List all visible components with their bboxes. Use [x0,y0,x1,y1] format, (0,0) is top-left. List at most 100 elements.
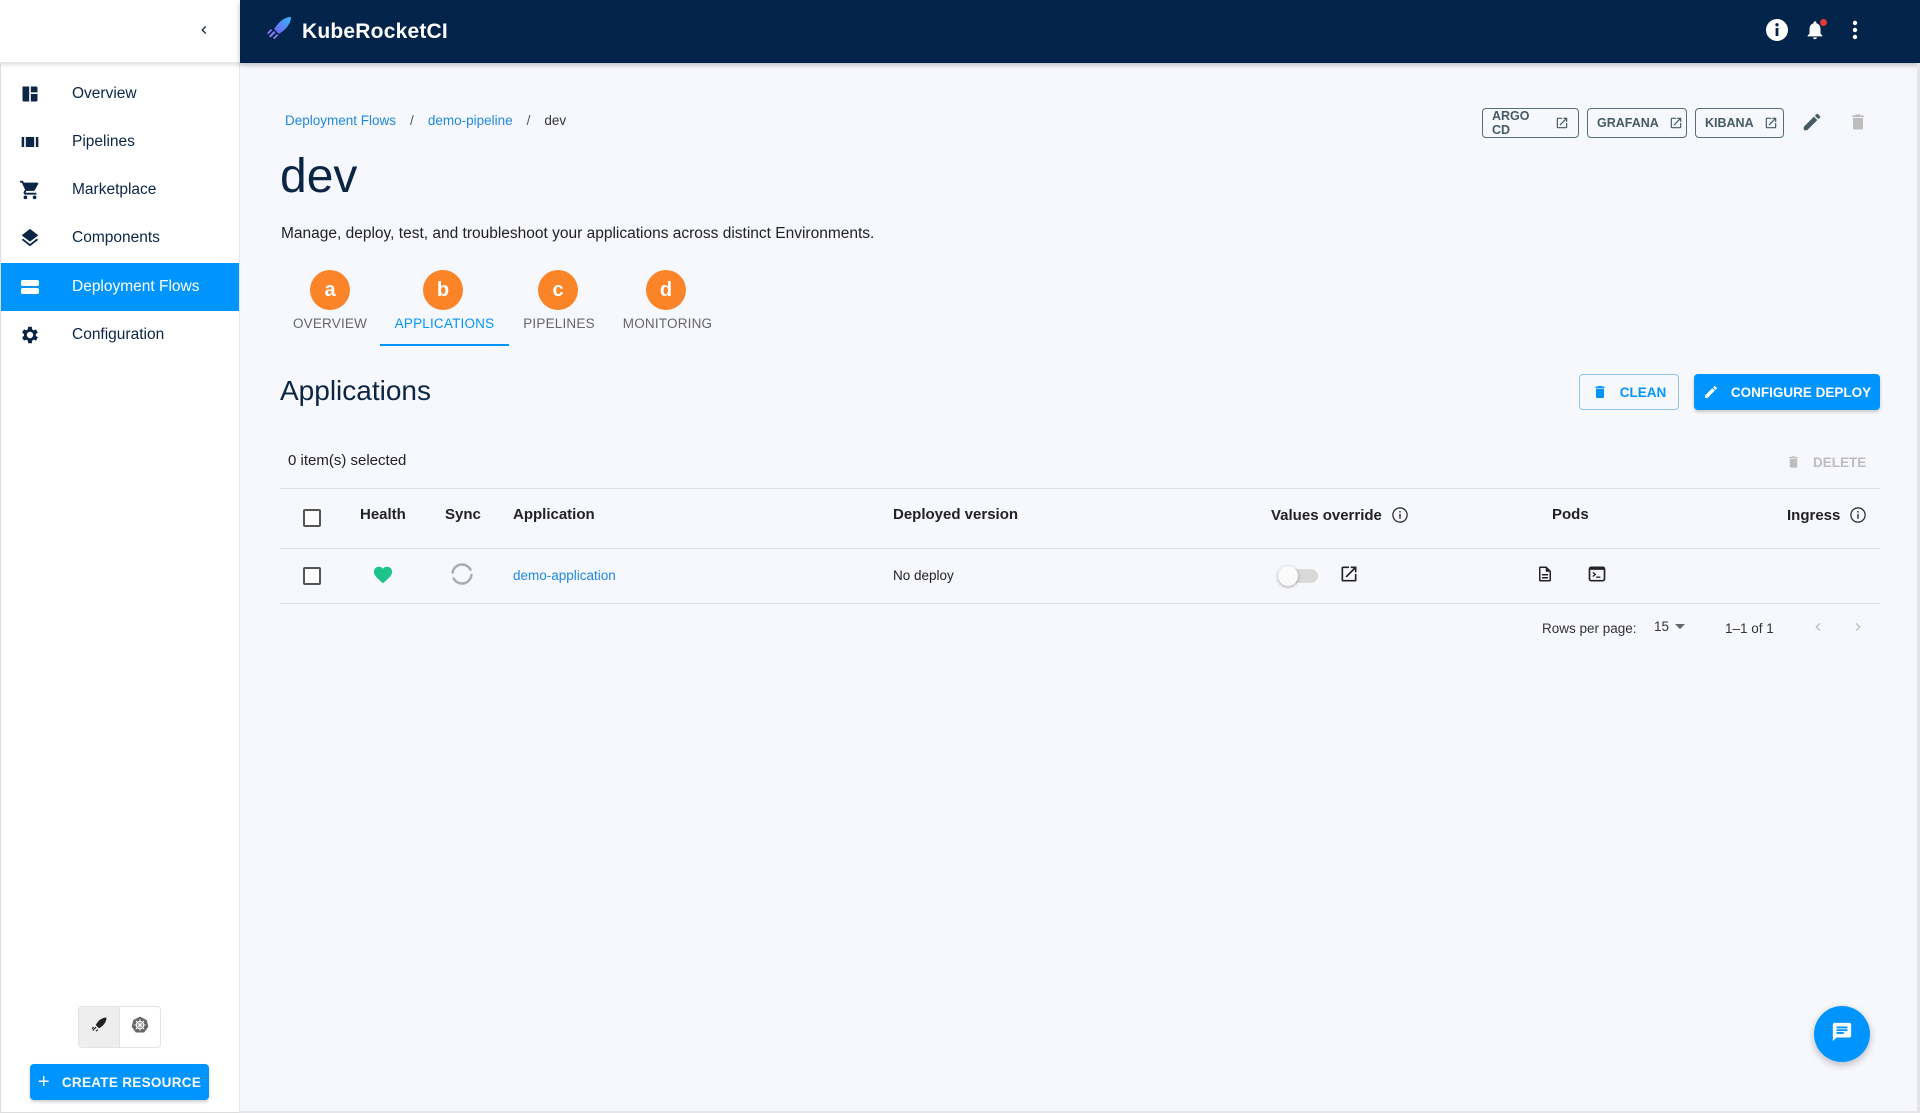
tab-label: PIPELINES [523,316,595,331]
kibana-link-button[interactable]: KIBANA [1695,108,1784,138]
column-label: Sync [445,506,481,523]
top-app-bar: KubeRocketCI [240,0,1920,63]
gear-icon [18,323,42,347]
sidebar-header [0,0,240,63]
sidebar-item-pipelines[interactable]: Pipelines [1,118,239,166]
breadcrumb: Deployment Flows / demo-pipeline / dev [285,113,566,128]
create-resource-button[interactable]: + CREATE RESOURCE [30,1064,209,1100]
sidebar-item-label: Marketplace [72,181,157,198]
column-label: Health [360,506,406,523]
brand-name: KubeRocketCI [302,19,448,43]
sidebar-item-label: Components [72,229,160,246]
pod-logs-button[interactable] [1533,564,1557,588]
column-header-ingress[interactable]: Ingress [1787,506,1867,524]
clean-label: CLEAN [1619,384,1667,400]
mode-toggle-kubernetes[interactable] [120,1007,161,1047]
table-bottom-divider [280,603,1880,604]
dashboard-icon [18,82,42,106]
rocket-icon [89,1015,109,1040]
breadcrumb-current: dev [544,113,567,128]
row-checkbox[interactable] [303,567,321,585]
deployed-version: No deploy [893,568,954,583]
delete-environment-button[interactable] [1842,108,1874,140]
kubernetes-icon [130,1015,150,1040]
page-title: dev [280,150,358,203]
annotation-badge-d: d [646,270,686,310]
arrow-drop-down-icon [1675,623,1686,630]
clean-button[interactable]: CLEAN [1579,374,1679,410]
notifications-button[interactable] [1798,15,1832,49]
pipelines-icon [18,130,42,154]
column-header-deployed-version[interactable]: Deployed version [893,506,1018,523]
rows-per-page-select[interactable]: 15 [1654,619,1686,634]
info-icon [1765,18,1789,47]
annotation-badge-c: c [538,270,578,310]
heart-icon [372,564,394,589]
grafana-label: GRAFANA [1597,116,1659,130]
mode-toggle-rocket[interactable] [79,1007,120,1047]
breadcrumb-separator: / [526,113,531,128]
notification-dot [1820,19,1827,26]
previous-page-button[interactable] [1806,617,1830,641]
applications-title: Applications [280,375,431,406]
sync-unknown-icon [450,562,474,591]
collapse-sidebar-button[interactable] [188,16,220,48]
info-button[interactable] [1760,15,1794,49]
sidebar-item-deployment-flows[interactable]: Deployment Flows [1,263,239,311]
argo-cd-link-button[interactable]: ARGO CD [1482,108,1579,138]
chevron-left-icon [1810,619,1826,640]
pencil-icon [1703,384,1719,400]
sidebar-item-label: Pipelines [72,133,135,150]
chat-button[interactable] [1814,1006,1870,1062]
argo-cd-label: ARGO CD [1492,109,1530,137]
selected-count: 0 item(s) selected [288,452,407,469]
plus-icon: + [37,1071,50,1093]
application-name[interactable]: demo-application [513,568,616,583]
sidebar-item-overview[interactable]: Overview [1,70,239,118]
open-values-override-button[interactable] [1337,564,1361,588]
trash-icon [1592,383,1608,401]
column-header-application[interactable]: Application [513,506,595,523]
next-page-button[interactable] [1846,617,1870,641]
layers-icon [18,226,42,250]
chevron-left-icon [196,22,212,43]
delete-selected-button[interactable]: DELETE [1786,450,1866,474]
grafana-link-button[interactable]: GRAFANA [1587,108,1687,138]
column-header-pods[interactable]: Pods [1552,506,1589,523]
breadcrumb-demo-pipeline[interactable]: demo-pipeline [428,113,513,128]
info-outline-icon[interactable] [1849,506,1867,524]
breadcrumb-deployment-flows[interactable]: Deployment Flows [285,113,396,128]
stack-icon [18,275,42,299]
column-header-health[interactable]: Health [360,506,406,523]
pencil-icon [1801,111,1823,138]
open-in-new-icon [1669,116,1683,130]
mode-toggle [78,1006,161,1048]
more-options-button[interactable] [1838,15,1872,49]
more-vert-icon [1852,20,1858,45]
annotation-badge-b: b [423,270,463,310]
select-all-checkbox[interactable] [303,509,321,527]
values-override-toggle[interactable] [1278,566,1318,586]
sidebar-item-label: Configuration [72,326,165,343]
kuberocketci-logo-icon [264,14,294,49]
configure-deploy-button[interactable]: CONFIGURE DEPLOY [1694,374,1880,410]
column-header-values-override[interactable]: Values override [1271,506,1409,524]
page-description: Manage, deploy, test, and troubleshoot y… [281,225,875,242]
brand[interactable]: KubeRocketCI [264,0,448,63]
column-label: Deployed version [893,506,1019,523]
column-label: Ingress [1787,506,1841,524]
sidebar-item-marketplace[interactable]: Marketplace [1,166,239,214]
sidebar-item-components[interactable]: Components [1,214,239,262]
rows-per-page-value: 15 [1654,619,1670,634]
sidebar-item-configuration[interactable]: Configuration [1,311,239,359]
terminal-icon [1587,564,1607,589]
sidebar-item-label: Deployment Flows [72,278,200,295]
application-link[interactable]: demo-application [513,568,616,583]
info-outline-icon[interactable] [1391,506,1409,524]
open-in-new-icon [1555,116,1569,130]
column-header-sync[interactable]: Sync [445,506,481,523]
pod-terminal-button[interactable] [1585,564,1609,588]
sidebar-item-label: Overview [72,85,137,102]
open-in-new-icon [1339,564,1359,589]
edit-environment-button[interactable] [1796,108,1828,140]
